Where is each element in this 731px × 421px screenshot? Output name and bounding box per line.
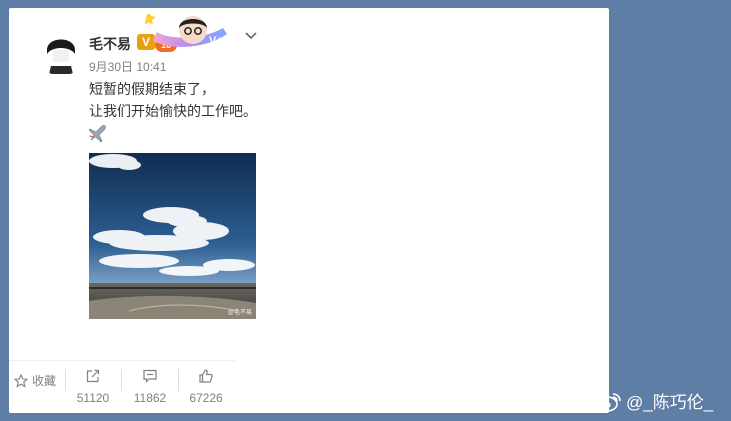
like-button[interactable]: 67226 (185, 368, 227, 405)
thumbs-up-icon (199, 369, 213, 383)
airplane-icon (88, 124, 109, 144)
chevron-down-icon[interactable] (243, 27, 259, 43)
comment-icon (143, 369, 157, 383)
action-separator (178, 369, 179, 391)
comment-count: 11862 (133, 391, 167, 405)
post-text-line: 短暂的假期结束了， (89, 81, 215, 97)
post-text: 短暂的假期结束了， 让我们开始愉快的工作吧。 (89, 78, 257, 122)
repost-count: 51120 (76, 391, 110, 405)
divider (9, 360, 235, 361)
post-image[interactable]: @毛不易 (89, 153, 256, 319)
star-icon (13, 373, 29, 388)
post-card: 毛不易 V 16 V+ 9月30日 10:41 短暂的假期结束 (9, 8, 609, 413)
watermark-text: @_陈巧伦_ (626, 393, 714, 412)
action-separator (65, 369, 66, 391)
action-separator (121, 369, 122, 391)
post-text-line: 让我们开始愉快的工作吧。 (89, 103, 257, 119)
share-icon (86, 369, 100, 383)
image-watermark: @毛不易 (227, 310, 252, 316)
repost-button[interactable]: 51120 (72, 368, 114, 405)
username[interactable]: 毛不易 (89, 34, 131, 54)
favorite-label: 收藏 (32, 374, 57, 388)
favorite-button[interactable]: 收藏 (13, 372, 57, 389)
like-count: 67226 (189, 391, 223, 405)
weibo-logo-icon (596, 393, 621, 412)
fan-badge[interactable]: V+ (144, 11, 231, 50)
user-avatar[interactable] (37, 28, 85, 76)
site-watermark: @_陈巧伦_ (596, 388, 713, 413)
post-timestamp[interactable]: 9月30日 10:41 (89, 58, 166, 75)
fan-badge-label: V+ (209, 35, 223, 47)
comment-button[interactable]: 11862 (129, 368, 171, 405)
